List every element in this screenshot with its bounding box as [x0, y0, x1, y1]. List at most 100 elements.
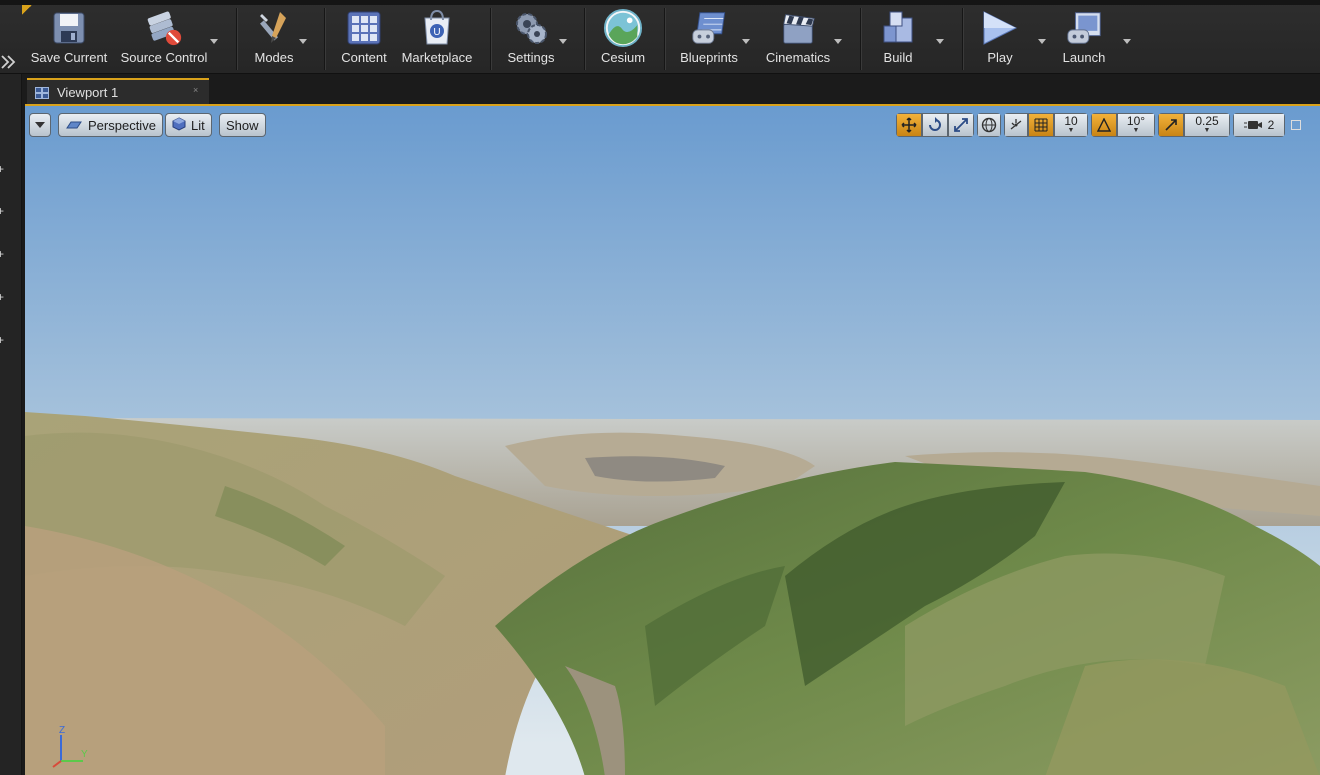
build-dropdown[interactable]: [934, 36, 946, 46]
play-label: Play: [987, 50, 1013, 65]
cesium-label: Cesium: [600, 50, 646, 65]
rotation-snap-value[interactable]: 10° ▼: [1117, 113, 1155, 137]
add-icon[interactable]: +: [0, 163, 7, 175]
modes-button[interactable]: Modes: [244, 7, 304, 71]
blueprints-label: Blueprints: [680, 50, 738, 65]
toolbar-top-border: [0, 0, 1320, 5]
main-toolbar: Save Current Source Control Modes Conten…: [0, 0, 1320, 74]
scale-snap-value[interactable]: 0.25 ▼: [1184, 113, 1230, 137]
launch-icon: [1064, 7, 1104, 49]
perspective-label: Perspective: [88, 117, 156, 133]
toolbar-separator: [324, 8, 325, 70]
transform-toolbar: 10 ▼ 10° ▼ 0.25 ▼ 2: [896, 113, 1301, 137]
settings-label: Settings: [507, 50, 555, 65]
source-control-button[interactable]: Source Control: [116, 7, 212, 71]
viewport-tab-bar: Viewport 1 ×: [22, 74, 1320, 104]
svg-text:U: U: [433, 27, 440, 38]
add-icon[interactable]: +: [0, 291, 7, 303]
camera-speed-button[interactable]: 2: [1233, 113, 1285, 137]
play-button[interactable]: Play: [978, 7, 1022, 71]
marketplace-label: Marketplace: [401, 50, 473, 65]
cinematics-icon: [778, 7, 818, 49]
toolbar-separator: [962, 8, 963, 70]
grid-snap-group: 10 ▼: [1004, 113, 1088, 137]
marketplace-button[interactable]: U Marketplace: [398, 7, 476, 71]
settings-icon: [511, 7, 551, 49]
launch-button[interactable]: Launch: [1056, 7, 1112, 71]
save-current-button[interactable]: Save Current: [28, 7, 110, 71]
add-icon[interactable]: +: [0, 205, 7, 217]
maximize-viewport-icon[interactable]: [1291, 120, 1301, 130]
translate-mode-button[interactable]: [896, 113, 922, 137]
axis-y-label: Y: [81, 749, 88, 760]
show-button[interactable]: Show: [219, 113, 266, 137]
build-button[interactable]: Build: [872, 7, 924, 71]
save-icon: [49, 7, 89, 49]
viewport-options-button[interactable]: [29, 113, 51, 137]
content-button[interactable]: Content: [336, 7, 392, 71]
level-viewport[interactable]: Perspective Lit Show 10 ▼ 10° ▼ 0.25 ▼ 2…: [25, 104, 1320, 775]
perspective-icon: [65, 118, 83, 133]
surface-snap-button[interactable]: [1004, 113, 1028, 137]
grid-snap-value[interactable]: 10 ▼: [1054, 113, 1088, 137]
source-control-icon: [144, 7, 184, 49]
grid-snap-toggle[interactable]: [1028, 113, 1054, 137]
world-coordinates-button[interactable]: [977, 113, 1001, 137]
transform-mode-group: [896, 113, 974, 137]
modes-label: Modes: [254, 50, 294, 65]
scale-mode-button[interactable]: [948, 113, 974, 137]
scale-snap-label: 0.25: [1195, 114, 1219, 128]
modes-dropdown[interactable]: [297, 36, 309, 46]
camera-icon: [1243, 121, 1262, 129]
angle-icon: [1097, 118, 1111, 132]
cinematics-button[interactable]: Cinematics: [760, 7, 836, 71]
rotate-icon: [929, 117, 941, 131]
rotate-mode-button[interactable]: [922, 113, 948, 137]
toolbar-separator: [664, 8, 665, 70]
move-icon: [901, 117, 917, 133]
blueprints-dropdown[interactable]: [740, 36, 752, 46]
show-label: Show: [226, 117, 259, 133]
save-current-label: Save Current: [30, 50, 108, 65]
play-icon: [980, 7, 1020, 49]
blueprints-button[interactable]: Blueprints: [674, 7, 744, 71]
chevron-down-icon: ▼: [1067, 127, 1075, 134]
toolbar-separator: [860, 8, 861, 70]
left-side-panel: + + + + +: [0, 55, 22, 775]
launch-dropdown[interactable]: [1121, 36, 1133, 46]
cinematics-label: Cinematics: [765, 50, 831, 65]
scale-icon: [954, 118, 968, 132]
cesium-icon: [603, 7, 643, 49]
perspective-button[interactable]: Perspective: [58, 113, 163, 137]
toolbar-separator: [490, 8, 491, 70]
tab-viewport-1[interactable]: Viewport 1 ×: [27, 78, 209, 104]
rotation-snap-toggle[interactable]: [1091, 113, 1117, 137]
terrain-scene: [25, 106, 1320, 775]
marketplace-icon: U: [417, 7, 457, 49]
expand-panel-icon[interactable]: [0, 52, 16, 72]
surface-snap-icon: [1010, 119, 1022, 130]
grid-snap-label: 10: [1064, 114, 1078, 128]
source-control-label: Source Control: [120, 50, 208, 65]
close-icon[interactable]: ×: [193, 86, 201, 95]
settings-dropdown[interactable]: [557, 36, 569, 46]
settings-button[interactable]: Settings: [502, 7, 560, 71]
cesium-button[interactable]: Cesium: [596, 7, 650, 71]
camera-speed-label: 2: [1267, 118, 1275, 132]
build-label: Build: [883, 50, 913, 65]
scale-snap-toggle[interactable]: [1158, 113, 1184, 137]
chevron-down-icon: ▼: [1132, 127, 1140, 134]
coordinate-system-group: [977, 113, 1001, 137]
add-icon[interactable]: +: [0, 334, 7, 346]
source-control-dropdown[interactable]: [208, 36, 220, 46]
lit-button[interactable]: Lit: [165, 113, 212, 137]
scale-snap-icon: [1165, 119, 1177, 131]
viewport-icon: [35, 86, 49, 99]
add-icon[interactable]: +: [0, 248, 7, 260]
cinematics-dropdown[interactable]: [832, 36, 844, 46]
play-dropdown[interactable]: [1036, 36, 1048, 46]
lit-label: Lit: [191, 117, 205, 133]
build-icon: [878, 7, 918, 49]
camera-speed-group: 2: [1233, 113, 1285, 137]
modes-icon: [254, 7, 294, 49]
